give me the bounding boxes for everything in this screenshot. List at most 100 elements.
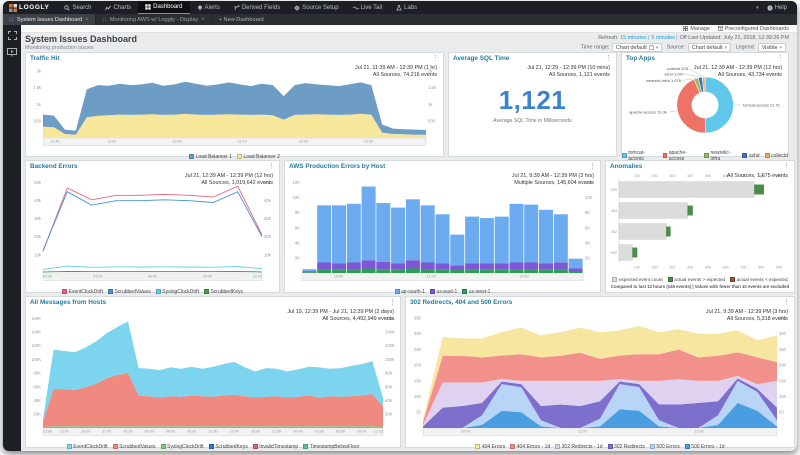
svg-text:2K: 2K: [295, 255, 300, 260]
new-dashboard-tab[interactable]: + New Dashboard: [212, 14, 271, 25]
legend-item[interactable]: ScrubbedValues: [108, 289, 151, 295]
svg-text:140K: 140K: [385, 330, 395, 335]
legend-item[interactable]: us-west-1: [462, 289, 490, 295]
svg-text:350: 350: [779, 316, 787, 321]
tab-grip-icon: [9, 17, 14, 22]
kebab-menu-icon[interactable]: ⋮: [389, 299, 396, 306]
legend-item[interactable]: Load Balancer 2: [237, 154, 280, 160]
svg-text:100K: 100K: [31, 357, 41, 362]
kebab-menu-icon[interactable]: ⋮: [783, 163, 790, 170]
tab-close-icon[interactable]: ×: [85, 17, 89, 23]
kebab-menu-icon[interactable]: ⋮: [777, 55, 784, 62]
nav-item-dashboard[interactable]: Dashboard: [138, 1, 189, 14]
legend-item[interactable]: TimestampBelowFloor: [303, 444, 359, 450]
refresh-15-link[interactable]: 15 minutes: [620, 35, 646, 41]
fullscreen-icon[interactable]: [8, 31, 17, 40]
legend-label: ScrubbedValues: [119, 444, 155, 450]
nav-item-live-tail[interactable]: Live Tail: [346, 1, 390, 14]
legend-item[interactable]: 302 Redirects - 1d: [555, 444, 602, 450]
legend-item[interactable]: sshd: [742, 153, 759, 159]
chart-legend: tomcat-accessapache-accessnewrelic-infra…: [622, 151, 788, 160]
backend-errors-chart[interactable]: 10k10k20k20k30k30k40k40k50k50k00:0003:00…: [26, 172, 279, 282]
redirects-errors-chart[interactable]: 5050100100150150200200250250300300350350…: [406, 308, 794, 437]
legend-item[interactable]: ScrubbedKeys: [209, 444, 248, 450]
legend-item[interactable]: Load Balancer 1: [189, 154, 232, 160]
panel-302-redirects: 302 Redirects, 404 and 500 Errors⋮ Jul 2…: [405, 296, 795, 448]
all-messages-chart[interactable]: 20K20K40K40K60K60K80K80K100K100K120K120K…: [26, 308, 400, 437]
help-icon: ?: [767, 5, 773, 11]
panel-title[interactable]: 302 Redirects, 404 and 500 Errors: [410, 299, 512, 306]
legend-item[interactable]: ScrubbedValues: [113, 444, 156, 450]
kebab-menu-icon[interactable]: ⋮: [605, 55, 612, 62]
user-menu-caret[interactable]: ▾: [756, 5, 759, 11]
nav-item-derived-fields[interactable]: Derived Fields: [227, 1, 287, 14]
kebab-menu-icon[interactable]: ⋮: [432, 55, 439, 62]
legend-item[interactable]: expected event count: [612, 277, 662, 282]
legend-item[interactable]: EventClockDrift: [62, 289, 103, 295]
panel-title[interactable]: All Messages from Hosts: [30, 299, 106, 306]
panel-title[interactable]: Average SQL Time: [453, 55, 509, 62]
refresh-off-link[interactable]: Off: [680, 35, 687, 41]
legend-label: TimestampBelowFloor: [310, 444, 360, 450]
presentation-icon[interactable]: [7, 48, 17, 57]
legend-item[interactable]: actual events > expected: [668, 277, 725, 282]
svg-text:120K: 120K: [31, 343, 41, 348]
nav-item-alerts[interactable]: Alerts: [190, 1, 227, 14]
preconfigured-dashboards-button[interactable]: Preconfigured Dashboards: [718, 26, 789, 32]
panel-title[interactable]: AWS Production Errors by Host: [289, 163, 385, 170]
tab-monitoring-aws[interactable]: Monitoring AWS w/ Loggly - Display ×: [96, 14, 212, 25]
svg-text:20k: 20k: [34, 234, 42, 239]
tab-close-icon[interactable]: ×: [201, 17, 205, 23]
legend-item[interactable]: ap-south-1: [395, 289, 425, 295]
svg-text:900: 900: [776, 266, 782, 270]
panel-aws-production-errors: AWS Production Errors by Host⋮ Jul 21, 9…: [284, 160, 601, 293]
panel-meta: Jul 21, 12:29 - 12:39 PM (10 mins)All So…: [527, 65, 610, 79]
traffic-hit-chart[interactable]: 5005001k1k1.5k1.5k2k2k11:4011:5012:0012:…: [26, 64, 443, 147]
legend-item[interactable]: 404 Errors - 1d: [510, 444, 550, 450]
nav-item-charts[interactable]: Charts: [98, 1, 138, 14]
manage-button[interactable]: Manage: [683, 26, 709, 32]
big-number-value: 1,121: [449, 85, 616, 116]
time-range-select[interactable]: Chart default ▾: [612, 43, 662, 52]
panel-title[interactable]: Traffic Hit: [30, 55, 59, 62]
legend-item[interactable]: SyslogClockDrift: [156, 289, 199, 295]
svg-text:80K: 80K: [34, 371, 42, 376]
loggly-logo[interactable]: LOGGLY: [3, 1, 57, 14]
panel-title[interactable]: Anomalies: [610, 163, 642, 170]
svg-text:12:20: 12:20: [299, 140, 308, 144]
svg-text:11:50: 11:50: [107, 140, 116, 144]
legend-item[interactable]: actual events < expected: [730, 277, 787, 282]
panel-title[interactable]: Backend Errors: [30, 163, 78, 170]
legend-select[interactable]: Visible ▾: [758, 43, 786, 52]
legend-label: InvalidTimestamp: [259, 444, 298, 450]
panel-title[interactable]: Top Apps: [626, 55, 655, 62]
nav-item-source-setup[interactable]: Source Setup: [287, 1, 345, 14]
legend-item[interactable]: collectd: [765, 153, 788, 159]
legend-item[interactable]: 404 Errors: [475, 444, 505, 450]
svg-text:600: 600: [723, 174, 729, 178]
kebab-menu-icon[interactable]: ⋮: [589, 163, 596, 170]
legend-swatch: [113, 444, 118, 449]
legend-item[interactable]: 500 Errors: [650, 444, 680, 450]
help-button[interactable]: ? Help: [765, 5, 789, 11]
anomalies-chart[interactable]: 1001002002003003004004005005006006007007…: [606, 172, 794, 270]
legend-item[interactable]: 302 Redirects: [608, 444, 645, 450]
legend-item[interactable]: InvalidTimestamp: [253, 444, 299, 450]
svg-text:sshd 1,047: sshd 1,047: [664, 72, 684, 77]
kebab-menu-icon[interactable]: ⋮: [783, 299, 790, 306]
svg-text:1.5k: 1.5k: [428, 85, 437, 90]
aws-errors-bar-chart[interactable]: 2K2K4K4K6K6K8K8K10K10K12K12K10:0011:0012…: [285, 172, 600, 282]
tab-system-issues-dashboard[interactable]: System Issues Dashboard ×: [3, 14, 96, 25]
refresh-5-link[interactable]: 5 minutes: [651, 35, 674, 41]
legend-item[interactable]: SyslogClockDrift: [161, 444, 204, 450]
source-select[interactable]: Chart default ▾: [688, 43, 731, 52]
top-apps-donut-chart[interactable]: tomcat-access 21.7kapache-access 19.3kne…: [622, 64, 788, 146]
nav-item-labs[interactable]: Labs: [389, 1, 424, 14]
legend-item[interactable]: 500 Errors - 1d: [685, 444, 725, 450]
nav-item-search[interactable]: Search: [57, 1, 98, 14]
legend-item[interactable]: EventClockDrift: [67, 444, 108, 450]
kebab-menu-icon[interactable]: ⋮: [268, 163, 275, 170]
legend-item[interactable]: us-east-1: [430, 289, 457, 295]
legend-label: ScrubbedKeys: [215, 444, 248, 450]
legend-item[interactable]: ScrubbedKeys: [204, 289, 243, 295]
